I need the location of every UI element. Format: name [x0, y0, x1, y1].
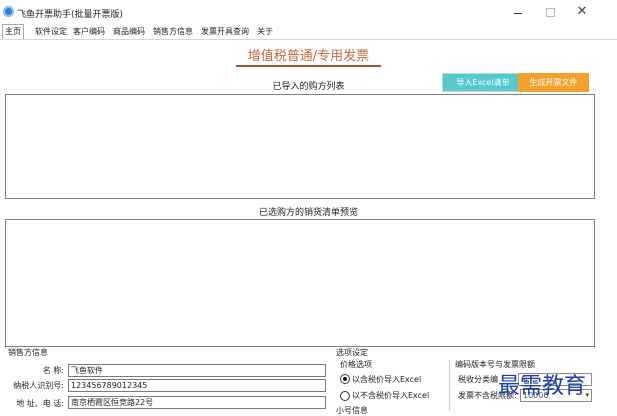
tab-home[interactable]: 主页	[2, 24, 24, 39]
tab-about[interactable]: 关于	[255, 25, 275, 38]
minimize-button[interactable]	[508, 4, 528, 20]
address-phone-label: 地 址、电 话:	[16, 399, 64, 408]
seller-name-input[interactable]: 飞鱼软件	[68, 364, 326, 377]
options-divider	[449, 360, 450, 411]
page-title: 增值税普通/专用发票	[247, 49, 370, 64]
buyers-list[interactable]	[5, 94, 595, 199]
tax-id-input[interactable]: 123456789012345	[68, 379, 326, 392]
app-logo-icon	[3, 6, 14, 17]
watermark: 最需教育	[498, 374, 587, 399]
price-options-title: 价格选项	[340, 360, 372, 369]
radio-tax-exclusive-label[interactable]: 以不含税价导入Excel	[352, 390, 429, 401]
radio-tax-exclusive[interactable]	[340, 391, 350, 401]
close-button[interactable]: ✕	[572, 4, 592, 20]
radio-tax-inclusive[interactable]	[340, 374, 350, 384]
tab-seller-info[interactable]: 销售方信息	[151, 25, 195, 38]
buyers-list-label: 已导入的购方列表	[272, 82, 345, 92]
tab-customer-codes[interactable]: 客户编码	[71, 25, 107, 38]
tax-class-label: 税收分类编	[458, 375, 498, 384]
maximize-button[interactable]	[540, 4, 560, 20]
preview-list-label: 已选购方的销货清单预览	[258, 208, 358, 218]
options-group-title: 选项设定	[336, 348, 368, 357]
tax-id-label: 纳税人识别号:	[13, 381, 64, 390]
tab-software-settings[interactable]: 软件设定	[33, 25, 69, 38]
tab-product-codes[interactable]: 商品编码	[111, 25, 147, 38]
radio-tax-inclusive-label[interactable]: 以含税价导入Excel	[352, 374, 421, 385]
sales-preview-list[interactable]	[5, 219, 595, 347]
title-underline	[236, 65, 381, 67]
seller-name-label: 名 称:	[42, 366, 64, 375]
seller-group-title: 销售方信息	[8, 348, 48, 357]
window-title: 飞鱼开票助手(批量开票版)	[17, 10, 124, 20]
tab-invoice-query[interactable]: 发票开具查询	[199, 25, 251, 38]
address-phone-input[interactable]: 南京栖霞区恒竞路22号	[68, 396, 326, 409]
